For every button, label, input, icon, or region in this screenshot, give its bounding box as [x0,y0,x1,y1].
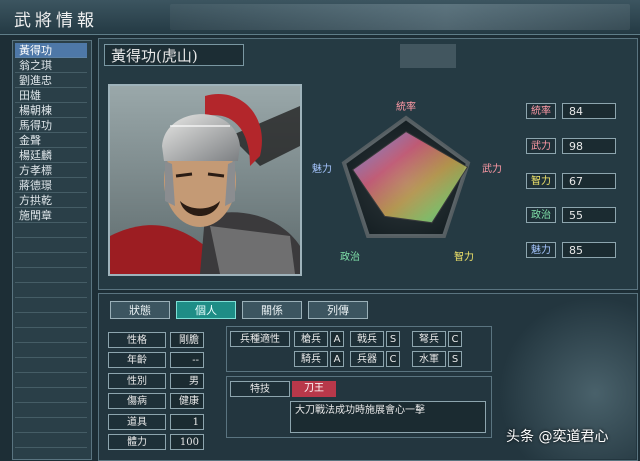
attr-label-items: 道具 [108,414,166,430]
window-title: 武將情報 [14,11,98,31]
stat-value-charisma: 85 [562,242,616,258]
stat-label-command: 統率 [526,103,556,119]
officer-list-empty-row [15,418,87,433]
officer-list-empty-row [15,433,87,448]
portrait-image [110,86,300,274]
officer-list-item[interactable]: 方孝標 [15,163,87,178]
stat-label-politics: 政治 [526,207,556,223]
aptitude-name-cavalry: 騎兵 [294,351,328,367]
radar-glow [344,118,468,236]
officer-list-empty-row [15,238,87,253]
aptitude-grade-siege: C [386,351,400,367]
ability-radar: 統率 武力 智力 政治 魅力 [306,84,506,276]
stat-label-charisma: 魅力 [526,242,556,258]
aptitude-name-spear: 槍兵 [294,331,328,347]
aptitude-name-siege: 兵器 [350,351,384,367]
officer-portrait [108,84,302,276]
officer-list-item[interactable]: 馬得功 [15,118,87,133]
aptitude-grade-cavalry: A [330,351,344,367]
officer-list-item[interactable]: 方拱乾 [15,193,87,208]
attr-value-gender: 男 [170,373,204,389]
officer-list-item-selected[interactable]: 黃得功 [15,43,87,58]
skill-label: 特技 [230,381,290,397]
aptitude-grade-halberd: S [386,331,400,347]
officer-list-empty-row [15,223,87,238]
aptitude-grade-navy: S [448,351,462,367]
officer-list-empty-row [15,298,87,313]
officer-list-empty-row [15,328,87,343]
officer-list-item[interactable]: 蔣德璟 [15,178,87,193]
attr-value-age: -- [170,352,204,368]
officer-list-item[interactable]: 楊朝棟 [15,103,87,118]
aptitude-grade-spear: A [330,331,344,347]
officer-list-empty-row [15,373,87,388]
officer-list-item[interactable]: 翁之琪 [15,58,87,73]
officer-list-item[interactable]: 劉進忠 [15,73,87,88]
officer-list-empty-row [15,388,87,403]
attr-label-personality: 性格 [108,332,166,348]
officer-list-empty-row [15,313,87,328]
radar-label-charisma: 魅力 [312,164,332,175]
radar-label-politics: 政治 [340,252,360,263]
skill-name-badge[interactable]: 刀王 [292,381,336,397]
officer-list-empty-row [15,358,87,373]
tab-relations[interactable]: 關係 [242,301,302,319]
stat-label-war: 武力 [526,138,556,154]
officer-list-empty-row [15,283,87,298]
officer-list-item[interactable]: 田雄 [15,88,87,103]
attr-label-age: 年齡 [108,352,166,368]
officer-list-item[interactable]: 楊廷麟 [15,148,87,163]
officer-list-empty-row [15,343,87,358]
aptitude-grade-crossbow: C [448,331,462,347]
attr-value-health: 健康 [170,393,204,409]
attr-label-gender: 性別 [108,373,166,389]
stat-value-intelligence: 67 [562,173,616,189]
attr-value-personality: 剛膽 [170,332,204,348]
title-decoration [170,4,630,30]
attr-value-stamina: 100 [170,434,204,450]
faction-badge [400,44,456,68]
stat-value-politics: 55 [562,207,616,223]
radar-label-command: 統率 [396,102,416,113]
aptitude-name-navy: 水軍 [412,351,446,367]
aptitude-name-halberd: 戟兵 [350,331,384,347]
tab-personal[interactable]: 個人 [176,301,236,319]
stat-label-intelligence: 智力 [526,173,556,189]
skill-description: 大刀戰法成功時施展會心一擊 [290,401,486,433]
stat-value-war: 98 [562,138,616,154]
officer-list-empty-row [15,403,87,418]
officer-list-empty-row [15,268,87,283]
attr-label-health: 傷病 [108,393,166,409]
officer-name: 黃得功(虎山) [104,44,244,66]
officer-list-item[interactable]: 金聲 [15,133,87,148]
attr-label-stamina: 體力 [108,434,166,450]
troop-aptitude-title: 兵種適性 [230,331,290,347]
officer-list[interactable]: 黃得功 翁之琪 劉進忠 田雄 楊朝棟 馬得功 金聲 楊廷麟 方孝標 蔣德璟 方拱… [12,40,92,460]
tab-status[interactable]: 狀態 [110,301,170,319]
attr-value-items: 1 [170,414,204,430]
radar-label-intelligence: 智力 [454,252,474,263]
aptitude-name-crossbow: 弩兵 [412,331,446,347]
tab-biography[interactable]: 列傳 [308,301,368,319]
watermark-text: 头条 @奕道君心 [506,429,609,445]
officer-list-item[interactable]: 施閏章 [15,208,87,223]
officer-list-empty-row [15,253,87,268]
radar-label-war: 武力 [482,164,502,175]
stat-value-command: 84 [562,103,616,119]
